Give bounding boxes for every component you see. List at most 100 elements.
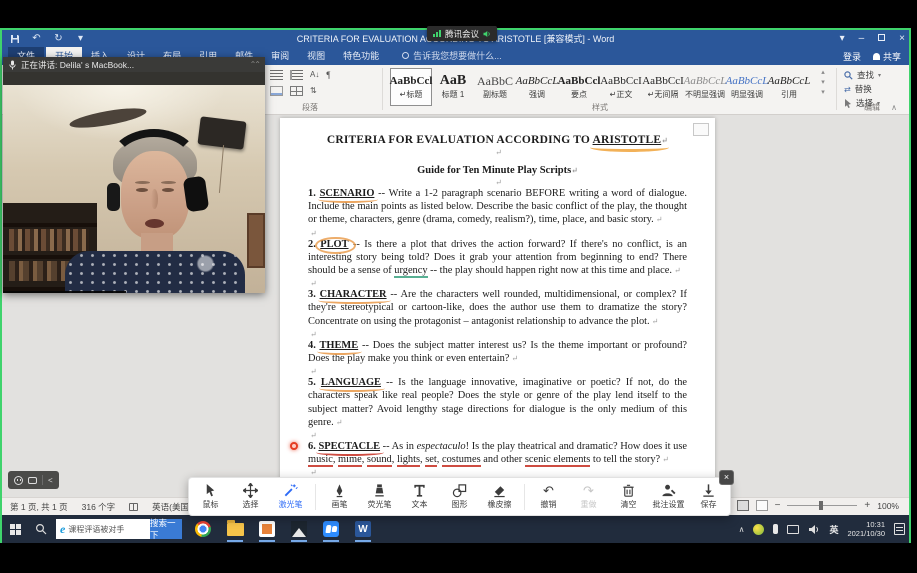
indent-icon[interactable]: [290, 70, 303, 80]
search-hotword: 课程评语被对手: [68, 524, 124, 535]
tool-pen[interactable]: 画笔: [321, 483, 359, 510]
style-normal[interactable]: AaBbCcI↵正文: [600, 68, 642, 106]
taskbar-search-box[interactable]: e课程评语被对手 搜索一下: [56, 519, 182, 539]
search-go-button[interactable]: 搜索一下: [150, 519, 182, 539]
taskbar-search-icon[interactable]: [28, 515, 54, 543]
tray-app-icon[interactable]: [753, 524, 764, 535]
start-button[interactable]: [2, 515, 28, 543]
sign-in-button[interactable]: 登录: [843, 50, 861, 63]
webcam-video-panel[interactable]: 正在讲话: Delila' s MacBook... ⌃⌃: [3, 57, 265, 293]
style-heading[interactable]: AaBbCcl↵标题: [390, 68, 432, 106]
emoji-icon[interactable]: [14, 476, 23, 485]
zoom-out-button[interactable]: −: [775, 501, 781, 511]
collapse-ribbon-icon[interactable]: ∧: [891, 103, 897, 112]
tab-view[interactable]: 视图: [298, 47, 334, 65]
word-icon[interactable]: W: [352, 516, 374, 542]
tell-me-box[interactable]: 告诉我您想要做什么...: [402, 49, 502, 65]
person-nose: [151, 189, 158, 209]
action-center-icon[interactable]: [894, 523, 905, 535]
divider: [42, 475, 43, 485]
borders-icon[interactable]: [290, 86, 303, 96]
close-annotation-toolbar[interactable]: ×: [719, 470, 734, 485]
word-count[interactable]: 316 个字: [82, 501, 116, 513]
tool-redo[interactable]: ↷ 重做: [570, 483, 608, 510]
document-page[interactable]: CRITERIA FOR EVALUATION ACCORDING TO ARI…: [280, 118, 715, 497]
minimize-button[interactable]: –: [859, 34, 865, 44]
reactions-mini-bar: <: [8, 471, 59, 489]
print-layout-icon[interactable]: [737, 500, 749, 511]
doc-title: CRITERIA FOR EVALUATION ACCORDING TO ARI…: [308, 134, 687, 146]
person-shirt: [65, 251, 245, 293]
doc-heading: LANGUAGE: [321, 377, 381, 388]
collapse-video-icon[interactable]: ⌃⌃: [250, 60, 259, 69]
taskbar-clock[interactable]: 10:312021/10/30: [847, 520, 885, 538]
account-area: 登录 共享: [843, 50, 901, 63]
sort-icon[interactable]: A↓: [310, 70, 319, 80]
undo-arrow-icon: ↶: [543, 483, 554, 498]
close-button[interactable]: ×: [899, 34, 905, 44]
page-indicator[interactable]: 第 1 页, 共 1 页: [10, 501, 68, 513]
tool-shapes[interactable]: 图形: [441, 483, 479, 510]
input-language[interactable]: 英: [829, 523, 838, 536]
tool-text[interactable]: 文本: [401, 483, 439, 510]
tool-clear[interactable]: 清空: [610, 483, 648, 510]
style-subtitle[interactable]: AaBbC副标题: [474, 68, 516, 106]
line-spacing-icon[interactable]: ⇅: [310, 86, 317, 96]
zoom-in-button[interactable]: +: [864, 501, 870, 511]
web-layout-icon[interactable]: [756, 500, 768, 511]
photos-icon[interactable]: [288, 516, 310, 542]
hidden-icons-chevron[interactable]: ∧: [739, 525, 745, 534]
collapse-reactions-icon[interactable]: <: [48, 476, 53, 485]
tool-select[interactable]: 选择: [232, 483, 270, 510]
doc-heading: SCENARIO: [320, 188, 375, 199]
speaker-icon: [483, 30, 491, 38]
replace-button[interactable]: ⇄替换: [844, 83, 881, 95]
style-emphasis[interactable]: AaBbCcL强调: [516, 68, 558, 106]
office-app-icon[interactable]: [256, 516, 278, 542]
file-explorer-icon[interactable]: [224, 516, 246, 542]
tool-laser-pointer[interactable]: 激光笔: [272, 483, 310, 510]
zoom-level[interactable]: 100%: [877, 501, 899, 511]
zoom-slider-thumb[interactable]: [819, 501, 823, 510]
style-heading1[interactable]: AaB标题 1: [432, 68, 474, 106]
tool-highlighter[interactable]: 荧光笔: [361, 483, 399, 510]
paragraph-mark-icon[interactable]: ¶: [326, 70, 330, 80]
tool-undo[interactable]: ↶ 撤销: [530, 483, 568, 510]
styles-gallery-scroll[interactable]: ▴▾▾: [818, 69, 828, 96]
person-eyebrow: [135, 181, 150, 184]
chat-icon[interactable]: [28, 477, 37, 484]
meeting-status-pill[interactable]: 腾讯会议: [427, 26, 497, 41]
share-button[interactable]: 共享: [873, 50, 901, 63]
tab-review[interactable]: 审阅: [262, 47, 298, 65]
tool-annotation-settings[interactable]: 批注设置: [650, 483, 688, 510]
group-divider: [382, 68, 383, 110]
paragraph-mark: ↵: [308, 330, 687, 339]
style-keypoints[interactable]: AaBbCcl要点: [558, 68, 600, 106]
bullet-list-icon[interactable]: [270, 70, 283, 80]
proofing-icon[interactable]: [129, 503, 138, 511]
language-indicator[interactable]: 英语(美国): [152, 501, 192, 513]
tool-eraser[interactable]: 橡皮擦: [481, 483, 519, 510]
ribbon-options-icon[interactable]: ▾: [840, 34, 845, 44]
shading-icon[interactable]: [270, 86, 283, 96]
display-tray-icon[interactable]: [787, 525, 799, 534]
zoom-slider[interactable]: [787, 505, 857, 506]
restore-button[interactable]: [878, 34, 885, 44]
tencent-meeting-icon[interactable]: [320, 516, 342, 542]
tool-save-annotation[interactable]: 保存: [690, 483, 728, 510]
style-nospacing[interactable]: AaBbCcI↵无间隔: [642, 68, 684, 106]
volume-icon[interactable]: [808, 524, 820, 535]
headphone-earcup-right: [183, 176, 210, 213]
style-quote[interactable]: AaBbCcL引用: [768, 68, 810, 106]
style-intense-emphasis[interactable]: AaBbCcL明显强调: [726, 68, 768, 106]
chrome-icon[interactable]: [192, 516, 214, 542]
paragraph-mark: ↵: [308, 178, 687, 187]
find-button[interactable]: 查找▾: [844, 69, 881, 81]
tab-special-features[interactable]: 特色功能: [334, 47, 388, 65]
group-divider: [836, 68, 837, 110]
style-subtle-emphasis[interactable]: AaBbCcL不明显强调: [684, 68, 726, 106]
tool-mouse[interactable]: 鼠标: [192, 483, 230, 510]
doc-subtitle: Guide for Ten Minute Play Scripts↵: [308, 165, 687, 176]
microphone-tray-icon[interactable]: [773, 524, 778, 534]
microphone-icon: [9, 60, 16, 70]
